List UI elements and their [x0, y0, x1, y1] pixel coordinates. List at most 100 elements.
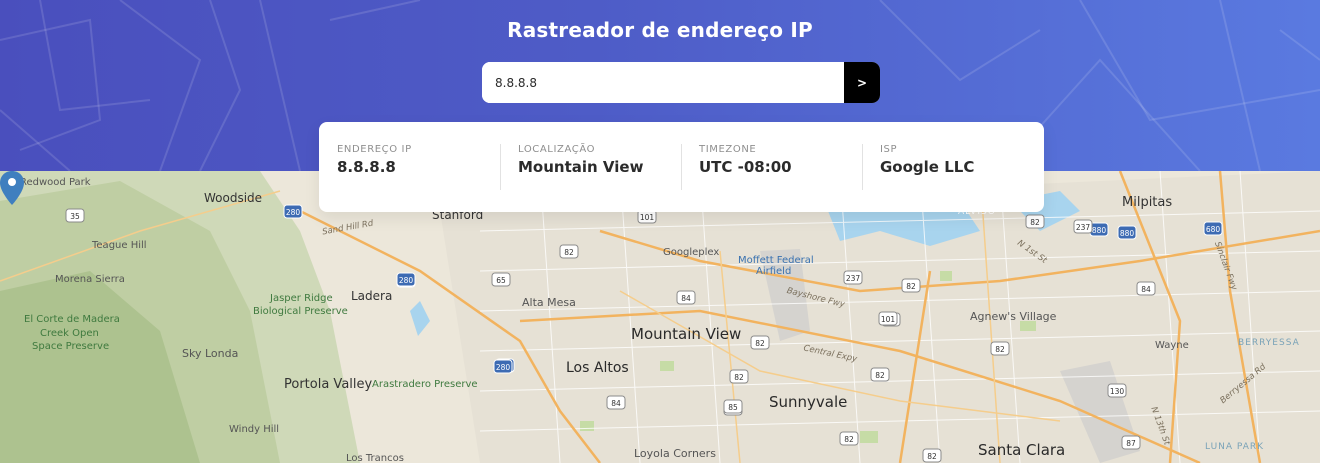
route-shield: 82	[922, 448, 942, 463]
svg-text:84: 84	[681, 294, 691, 303]
ip-address-cell: ENDEREÇO IP 8.8.8.8	[319, 144, 500, 212]
map-label: Moffett Federal	[738, 255, 814, 266]
route-shield: 35	[65, 208, 85, 223]
svg-text:880: 880	[1092, 226, 1107, 235]
svg-text:82: 82	[875, 371, 885, 380]
route-shield: 280	[283, 204, 303, 219]
svg-text:280: 280	[496, 363, 511, 372]
svg-text:680: 680	[1206, 225, 1221, 234]
svg-text:280: 280	[399, 276, 414, 285]
map-label: Biological Preserve	[253, 306, 348, 317]
route-shield: 65	[491, 272, 511, 287]
map-label: Windy Hill	[229, 424, 280, 435]
map-label: Jasper Ridge	[270, 293, 333, 304]
svg-text:101: 101	[881, 315, 896, 324]
route-shield: 82	[750, 335, 770, 350]
map[interactable]: 3528028028010182658523782101828802378806…	[0, 171, 1320, 463]
map-label: Agnew's Village	[970, 310, 1057, 323]
map-label: Sky Londa	[182, 347, 239, 360]
svg-text:87: 87	[1126, 439, 1136, 448]
ip-search-input[interactable]	[482, 62, 844, 103]
map-label: Los Trancos	[346, 453, 404, 463]
map-label: Wayne	[1155, 340, 1189, 351]
map-label: Alta Mesa	[522, 296, 576, 309]
map-label: Ladera	[351, 289, 393, 303]
route-shield: 84	[1136, 281, 1156, 296]
svg-text:85: 85	[728, 403, 738, 412]
route-shield: 880	[1117, 225, 1137, 240]
svg-text:82: 82	[755, 339, 765, 348]
route-shield: 280	[396, 272, 416, 287]
location-label: LOCALIZAÇÃO	[518, 144, 596, 155]
route-shield: 237	[843, 270, 863, 285]
isp-value: Google LLC	[880, 158, 975, 176]
route-shield: 82	[1025, 214, 1045, 229]
map-label: Los Altos	[566, 360, 629, 376]
timezone-value: UTC -08:00	[699, 158, 792, 176]
svg-text:82: 82	[995, 345, 1005, 354]
ip-info-panel: ENDEREÇO IP 8.8.8.8 LOCALIZAÇÃO Mountain…	[319, 122, 1044, 212]
svg-text:82: 82	[564, 248, 574, 257]
map-label: BERRYESSA	[1238, 338, 1300, 348]
map-label: Space Preserve	[32, 341, 110, 352]
ip-address-label: ENDEREÇO IP	[337, 144, 412, 155]
svg-text:237: 237	[1076, 223, 1091, 232]
map-label: Mountain View	[631, 325, 742, 343]
route-shield: 82	[729, 369, 749, 384]
route-shield: 87	[1121, 435, 1141, 450]
route-shield: 82	[870, 367, 890, 382]
isp-cell: ISP Google LLC	[862, 144, 1043, 212]
map-label: Loyola Corners	[634, 447, 716, 460]
map-label: Milpitas	[1122, 195, 1173, 210]
location-cell: LOCALIZAÇÃO Mountain View	[500, 144, 681, 212]
location-value: Mountain View	[518, 158, 644, 176]
svg-text:880: 880	[1120, 229, 1135, 238]
map-label: Sunnyvale	[769, 393, 848, 411]
route-shield: 237	[1073, 219, 1093, 234]
svg-text:82: 82	[927, 452, 937, 461]
map-label: LUNA PARK	[1205, 442, 1265, 452]
map-label: El Corte de Madera	[24, 314, 120, 325]
timezone-label: TIMEZONE	[699, 144, 757, 155]
route-shield: 82	[559, 244, 579, 259]
svg-text:84: 84	[1141, 285, 1151, 294]
timezone-cell: TIMEZONE UTC -08:00	[681, 144, 862, 212]
ip-address-value: 8.8.8.8	[337, 158, 396, 176]
svg-text:65: 65	[496, 276, 506, 285]
map-label: Redwood Park	[20, 177, 91, 188]
svg-text:84: 84	[611, 399, 621, 408]
route-shield: 82	[990, 341, 1010, 356]
map-label: Airfield	[756, 266, 792, 277]
svg-text:82: 82	[844, 435, 854, 444]
svg-text:130: 130	[1110, 387, 1125, 396]
map-label: Arastradero Preserve	[372, 379, 478, 390]
svg-text:82: 82	[1030, 218, 1040, 227]
svg-text:82: 82	[734, 373, 744, 382]
search-submit-button[interactable]: >	[844, 62, 880, 103]
route-shield: 84	[606, 395, 626, 410]
map-label: Googleplex	[663, 247, 720, 258]
route-shield: 101	[878, 311, 898, 326]
route-shield: 280	[493, 359, 513, 374]
route-shield: 130	[1107, 383, 1127, 398]
svg-text:101: 101	[640, 213, 655, 222]
map-label: Morena Sierra	[55, 274, 125, 285]
route-shield: 85	[723, 399, 743, 414]
page-title: Rastreador de endereço IP	[507, 18, 813, 42]
isp-label: ISP	[880, 144, 898, 155]
route-shield: 880	[1089, 222, 1109, 237]
search-bar: >	[482, 62, 880, 103]
svg-text:237: 237	[846, 274, 861, 283]
location-marker-icon[interactable]	[0, 171, 24, 205]
svg-text:280: 280	[286, 208, 301, 217]
map-label: Creek Open	[40, 328, 99, 339]
map-label: Woodside	[204, 191, 263, 205]
map-tiles[interactable]: 3528028028010182658523782101828802378806…	[0, 171, 1320, 463]
route-shield: 82	[839, 431, 859, 446]
map-label: Portola Valley	[284, 377, 373, 392]
route-shield: 82	[901, 278, 921, 293]
map-label: Teague Hill	[92, 240, 147, 251]
route-shield: 680	[1203, 221, 1223, 236]
svg-text:82: 82	[906, 282, 916, 291]
svg-text:35: 35	[70, 212, 80, 221]
